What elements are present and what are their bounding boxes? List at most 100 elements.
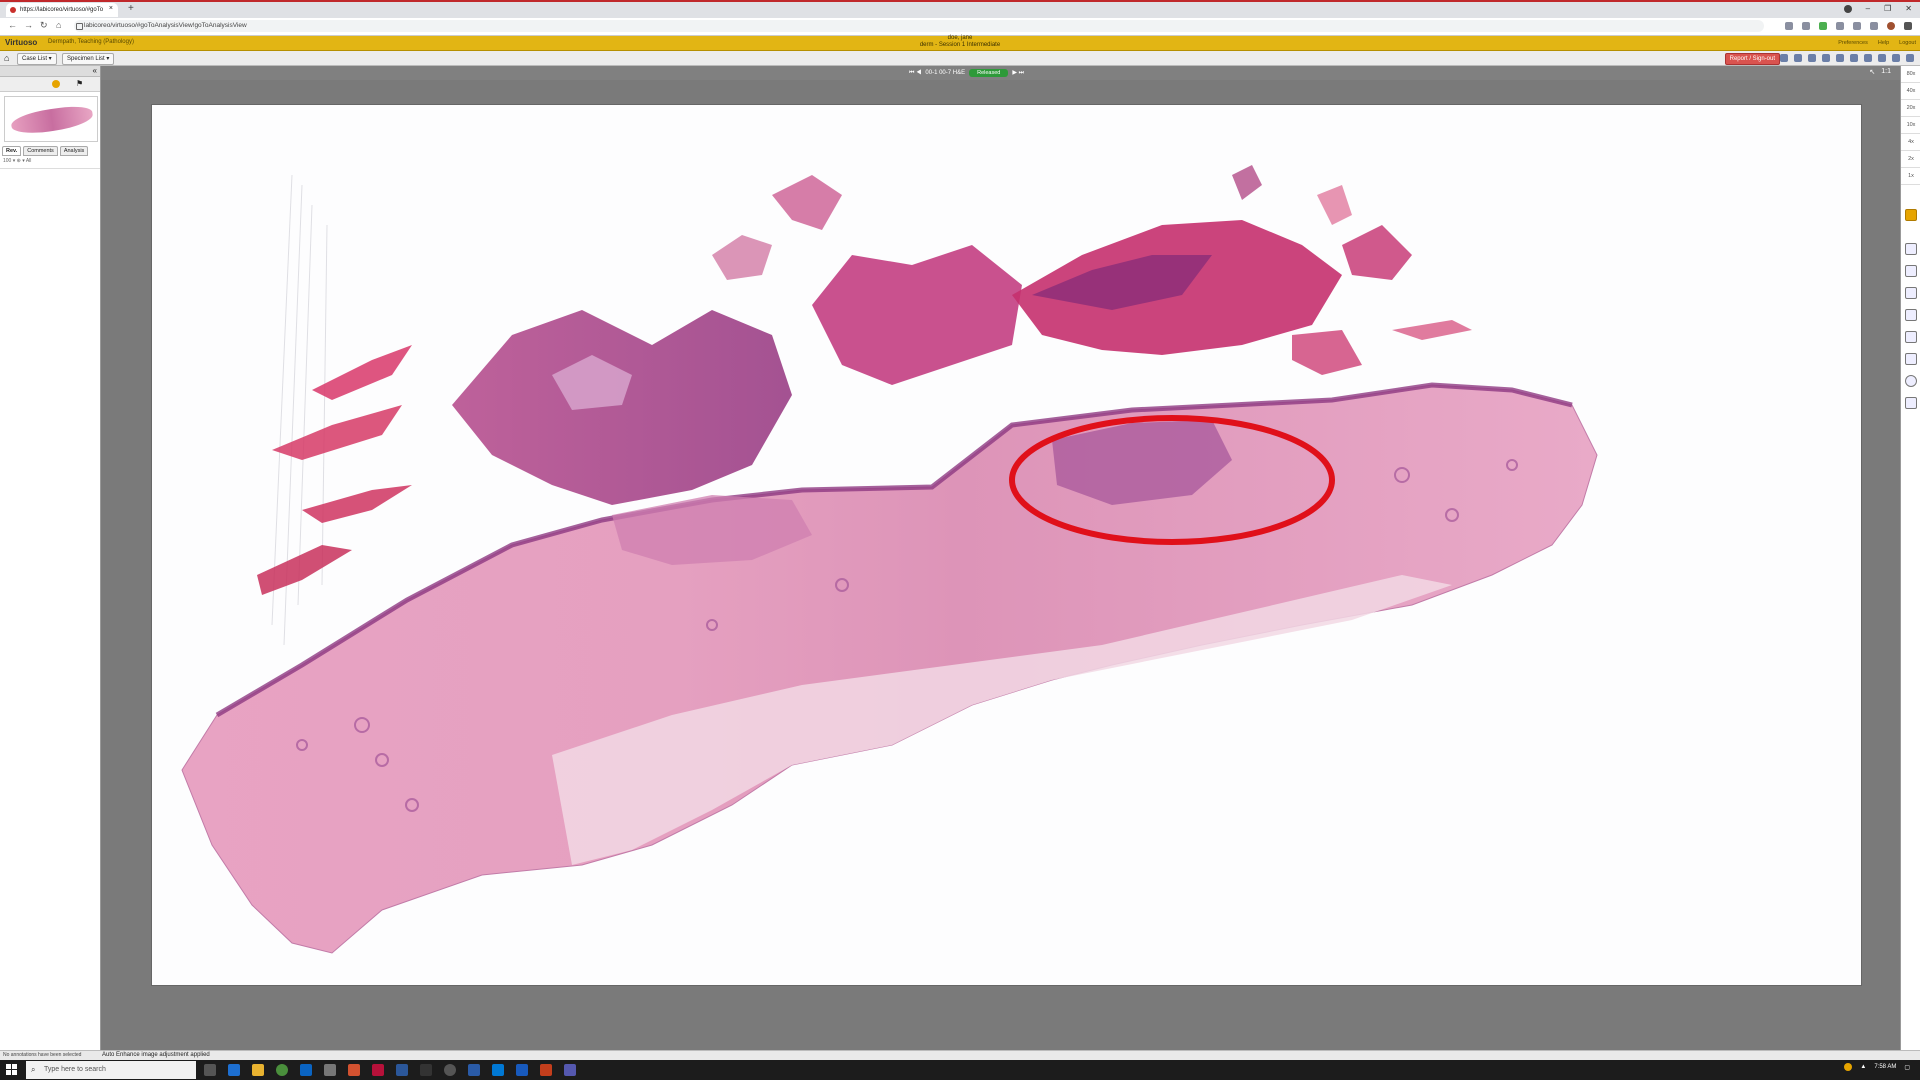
edge-icon[interactable] — [228, 1064, 240, 1076]
app-icon[interactable] — [324, 1064, 336, 1076]
notifications-icon[interactable]: ▢ — [1904, 1064, 1910, 1071]
tool-icon[interactable] — [1794, 54, 1802, 62]
rectangle-tool-icon[interactable] — [1905, 243, 1917, 255]
puzzle-icon[interactable] — [1870, 22, 1878, 30]
viewer-toolbar: ⏮ ◀ 00-1 00-7 H&E Released ▶ ⏭ ↖ 1:1 — [101, 66, 1901, 80]
tool-icon[interactable] — [1892, 54, 1900, 62]
zoom-10x[interactable]: 10x — [1901, 117, 1920, 134]
close-tab-icon[interactable]: × — [109, 5, 113, 12]
viewer-right-tools: ↖ 1:1 — [1869, 68, 1891, 76]
next-slide-button[interactable]: ▶ ⏭ — [1012, 69, 1024, 77]
tab-analysis[interactable]: Analysis — [59, 146, 89, 156]
camera-icon[interactable] — [1905, 309, 1917, 321]
tool-icon[interactable] — [1808, 54, 1816, 62]
app-icon[interactable] — [348, 1064, 360, 1076]
app-icon[interactable] — [444, 1064, 456, 1076]
slide-viewport[interactable] — [151, 104, 1862, 986]
tool-icon[interactable] — [1780, 54, 1788, 62]
highlighter-icon[interactable] — [1905, 209, 1917, 221]
new-tab-button[interactable]: + — [128, 3, 134, 14]
back-icon[interactable]: ← — [8, 20, 17, 30]
home-icon[interactable]: ⌂ — [56, 20, 61, 30]
layers-icon[interactable] — [1905, 397, 1917, 409]
browser-tab[interactable]: https://labicoreo/virtuoso/#goTo × — [6, 3, 118, 17]
network-icon[interactable]: ▲ — [1860, 1064, 1866, 1070]
specimen-list-dropdown[interactable]: Specimen List ▾ — [62, 53, 115, 65]
close-window-button[interactable]: ✕ — [1905, 4, 1912, 13]
case-list-dropdown[interactable]: Case List ▾ — [17, 53, 57, 65]
header-links: Preferences Help Logout — [1838, 40, 1916, 46]
url-field[interactable]: labicoreo/virtuoso/#goToAnalysisView!goT… — [74, 20, 1764, 32]
menu-kebab-icon[interactable] — [1904, 22, 1912, 30]
forward-icon[interactable]: → — [24, 20, 33, 30]
previous-slide-button[interactable]: ⏮ ◀ — [909, 70, 921, 77]
word-icon[interactable] — [516, 1064, 528, 1076]
outlook-icon[interactable] — [300, 1064, 312, 1076]
tool-icon[interactable] — [1878, 54, 1886, 62]
zoom-40x[interactable]: 40x — [1901, 83, 1920, 100]
tool-icon[interactable] — [1836, 54, 1844, 62]
collapse-panel-icon[interactable]: « — [93, 66, 97, 75]
slide-label: 00-1 00-7 H&E — [925, 70, 966, 76]
reload-icon[interactable]: ↻ — [40, 20, 48, 31]
report-signout-button[interactable]: Report / Sign-out — [1724, 53, 1780, 65]
app-icon[interactable] — [540, 1064, 552, 1076]
preferences-link[interactable]: Preferences — [1838, 40, 1868, 46]
profile-icon[interactable] — [1843, 5, 1852, 13]
maximize-button[interactable]: ❐ — [1884, 4, 1891, 13]
teams-icon[interactable] — [564, 1064, 576, 1076]
zoom-4x[interactable]: 4x — [1901, 134, 1920, 151]
app-icon[interactable] — [468, 1064, 480, 1076]
comment-tool-icon[interactable] — [1905, 265, 1917, 277]
clock[interactable]: 7:58 AM — [1874, 1064, 1896, 1071]
app-icon[interactable] — [396, 1064, 408, 1076]
zoom-20x[interactable]: 20x — [1901, 100, 1920, 117]
tool-icon[interactable] — [1822, 54, 1830, 62]
window-controls: – ❐ ✕ — [1843, 4, 1912, 13]
help-link[interactable]: Help — [1878, 40, 1889, 46]
minimize-button[interactable]: – — [1866, 4, 1870, 13]
tab-title: https://labicoreo/virtuoso/#goTo — [20, 7, 104, 13]
extension-icon[interactable] — [1819, 22, 1827, 30]
zoom-2x[interactable]: 2x — [1901, 151, 1920, 168]
tab-rev[interactable]: Rev. — [2, 146, 22, 156]
logout-link[interactable]: Logout — [1899, 40, 1916, 46]
zoom-one-icon[interactable]: 1:1 — [1881, 68, 1891, 76]
tool-icon[interactable] — [1864, 54, 1872, 62]
notification-icon[interactable] — [1844, 1063, 1853, 1071]
palette-icon[interactable] — [52, 80, 60, 88]
app-header: Virtuoso Dermpath, Teaching (Pathology) … — [0, 35, 1920, 51]
site-favicon-icon — [10, 7, 16, 13]
lock-icon — [76, 23, 83, 30]
ruler-icon[interactable] — [1905, 331, 1917, 343]
pointer-icon[interactable]: ↖ — [1869, 68, 1875, 76]
taskbar-search[interactable]: ⌕ Type here to search — [26, 1061, 196, 1079]
star-icon[interactable] — [1785, 22, 1793, 30]
extension-icon[interactable] — [1836, 22, 1844, 30]
tool-icon[interactable] — [1850, 54, 1858, 62]
app-icon[interactable] — [372, 1064, 384, 1076]
zoom-1x[interactable]: 1x — [1901, 168, 1920, 185]
chrome-icon[interactable] — [276, 1064, 288, 1076]
app-icon[interactable] — [492, 1064, 504, 1076]
status-badge: Released — [969, 69, 1009, 77]
file-explorer-icon[interactable] — [252, 1064, 264, 1076]
extension-icon[interactable] — [1853, 22, 1861, 30]
app-icon[interactable] — [420, 1064, 432, 1076]
clock-time: 7:58 AM — [1874, 1063, 1897, 1070]
avatar-icon[interactable] — [1887, 22, 1895, 30]
windows-start-icon[interactable] — [6, 1064, 17, 1075]
image-adjust-status: Auto Enhance image adjustment applied — [102, 1052, 210, 1058]
task-view-icon[interactable] — [204, 1064, 216, 1076]
flag-icon[interactable]: ⚑ — [76, 79, 83, 88]
tab-comments[interactable]: Comments — [23, 146, 58, 156]
ellipse-tool-icon[interactable] — [1905, 375, 1917, 387]
home-icon[interactable]: ⌂ — [4, 53, 9, 63]
slide-thumbnail[interactable] — [4, 96, 98, 142]
search-icon[interactable] — [1906, 54, 1914, 62]
pen-icon[interactable] — [1905, 353, 1917, 365]
zoom-80x[interactable]: 80x — [1901, 66, 1920, 83]
measure-tool-icon[interactable] — [1905, 287, 1917, 299]
extension-icon[interactable] — [1802, 22, 1810, 30]
filter-row[interactable]: 100 ▾ ⊕ ▾ All — [0, 156, 100, 169]
